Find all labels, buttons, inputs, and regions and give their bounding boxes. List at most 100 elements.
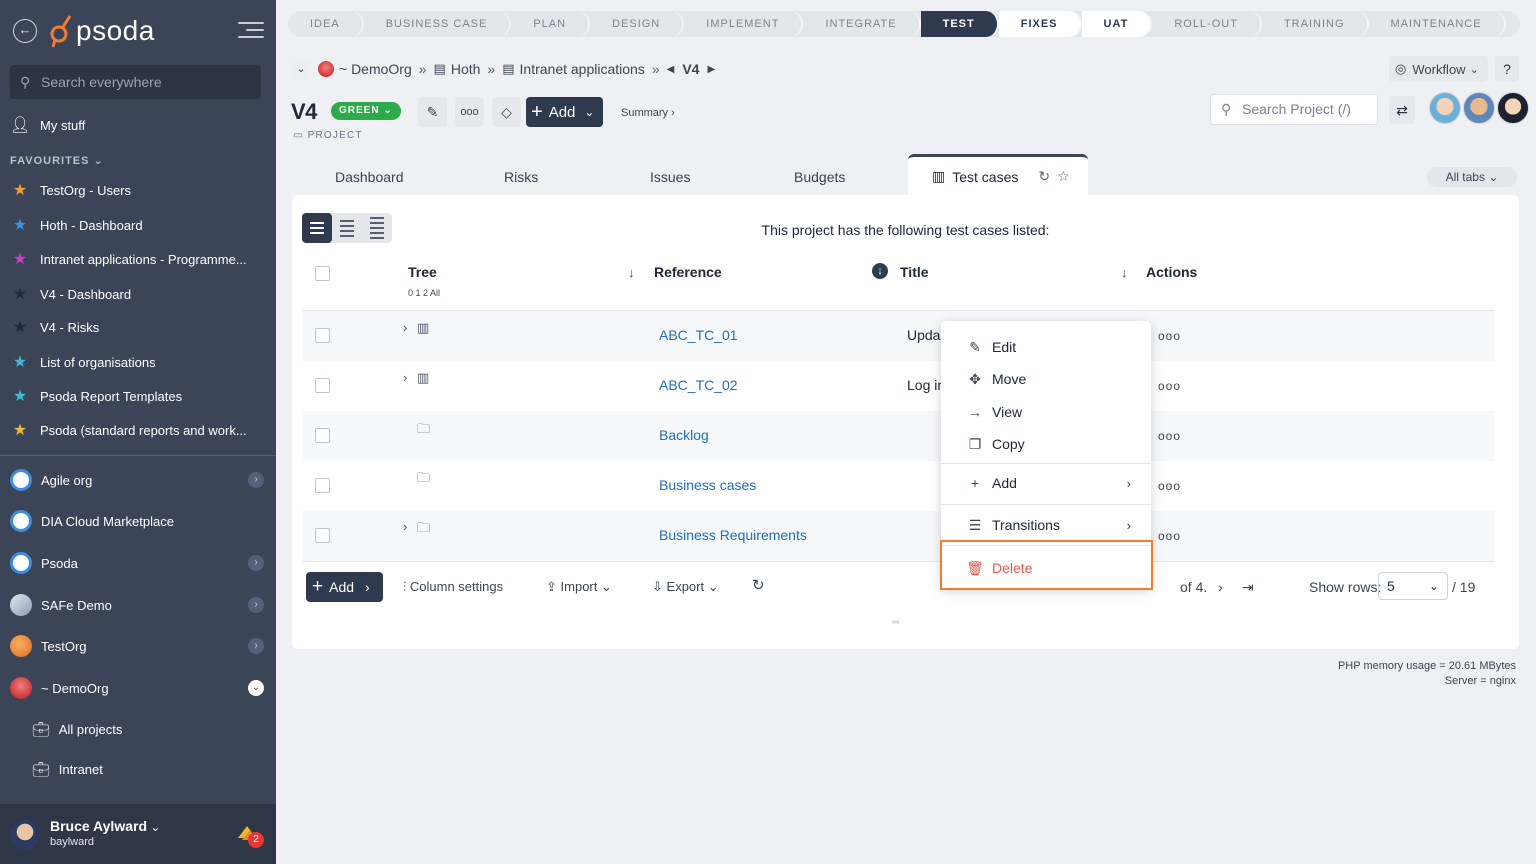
stage-cancelled[interactable]: CANCELLED bbox=[1506, 11, 1520, 37]
chevron-right-icon[interactable]: › bbox=[248, 638, 264, 654]
row-checkbox[interactable] bbox=[315, 328, 330, 343]
search-project-input[interactable]: ⚲ Search Project (/) bbox=[1210, 94, 1378, 125]
favourite-item[interactable]: ★ Hoth - Dashboard bbox=[0, 210, 276, 240]
favourite-item[interactable]: ★ V4 - Dashboard bbox=[0, 279, 276, 309]
tree-level-selector[interactable]: 0 1 2 All bbox=[408, 288, 440, 298]
previous-icon[interactable]: ◀ bbox=[667, 64, 675, 75]
avatar[interactable] bbox=[1497, 92, 1529, 124]
resize-handle-icon[interactable]: ═ bbox=[892, 617, 899, 628]
edit-button[interactable]: ✎ bbox=[418, 97, 447, 127]
menu-item-view[interactable]: → View bbox=[941, 397, 1151, 427]
status-badge[interactable]: GREEN ⌄ bbox=[331, 102, 401, 120]
column-settings-button[interactable]: ⫶ Column settings bbox=[403, 579, 503, 595]
refresh-icon[interactable]: ↻ bbox=[752, 576, 765, 594]
switch-button[interactable]: ⇄ bbox=[1389, 96, 1415, 124]
row-checkbox[interactable] bbox=[315, 428, 330, 443]
column-header-title[interactable]: Title bbox=[900, 264, 929, 280]
tab-test-cases[interactable]: ▥ Test cases ↻ ☆ bbox=[908, 154, 1088, 196]
favourite-item[interactable]: ★ Intranet applications - Programme... bbox=[0, 244, 276, 274]
all-tabs-button[interactable]: All tabs ⌄ bbox=[1427, 167, 1517, 187]
column-header-reference[interactable]: Reference bbox=[654, 264, 722, 280]
show-rows-select[interactable]: 5 ⌄ bbox=[1378, 572, 1448, 600]
row-reference-link[interactable]: Business cases bbox=[659, 477, 756, 493]
workflow-button[interactable]: ◎ Workflow ⌄ bbox=[1389, 56, 1488, 82]
search-everywhere-input[interactable]: ⚲ Search everywhere bbox=[10, 65, 261, 99]
menu-item-move[interactable]: ✥ Move bbox=[941, 364, 1151, 394]
sort-arrow-icon[interactable]: ↓ bbox=[628, 265, 635, 280]
favourites-header[interactable]: FAVOURITES ⌄ bbox=[10, 154, 104, 167]
stage-roll-out[interactable]: ROLL-OUT bbox=[1152, 11, 1262, 37]
column-header-tree[interactable]: Tree bbox=[408, 264, 437, 280]
org-item-agile[interactable]: Agile org › bbox=[0, 462, 276, 498]
expand-chevron-icon[interactable]: › bbox=[403, 320, 407, 335]
favourite-item[interactable]: ★ Psoda Report Templates bbox=[0, 381, 276, 411]
sub-item-intranet[interactable]: 💼︎ Intranet bbox=[32, 754, 103, 784]
row-reference-link[interactable]: ABC_TC_01 bbox=[659, 327, 738, 343]
back-icon[interactable]: ← bbox=[13, 19, 37, 43]
org-item-dia[interactable]: DIA Cloud Marketplace bbox=[0, 503, 276, 539]
row-actions-icon[interactable]: ooo bbox=[1158, 429, 1181, 443]
stage-maintenance[interactable]: MAINTENANCE bbox=[1369, 11, 1506, 37]
row-checkbox[interactable] bbox=[315, 478, 330, 493]
more-button[interactable]: ooo bbox=[455, 97, 484, 127]
stage-integrate[interactable]: INTEGRATE bbox=[803, 11, 921, 37]
avatar[interactable] bbox=[1429, 92, 1461, 124]
tab-issues[interactable]: Issues bbox=[650, 169, 690, 185]
row-reference-link[interactable]: Backlog bbox=[659, 427, 709, 443]
row-actions-icon[interactable]: ooo bbox=[1158, 529, 1181, 543]
org-item-testorg[interactable]: TestOrg › bbox=[0, 628, 276, 664]
stage-design[interactable]: DESIGN bbox=[590, 11, 685, 37]
user-panel[interactable]: Bruce Aylward ⌄ baylward bbox=[0, 804, 276, 864]
menu-item-transitions[interactable]: ☰ Transitions › bbox=[941, 510, 1151, 540]
export-button[interactable]: ⇩ Export ⌄ bbox=[652, 579, 719, 595]
my-stuff-link[interactable]: 👤︎ My stuff bbox=[0, 110, 276, 140]
org-item-psoda[interactable]: Psoda › bbox=[0, 545, 276, 581]
table-row[interactable]: › ▥ ABC_TC_02 Log in ooo bbox=[303, 361, 1495, 411]
select-all-checkbox[interactable] bbox=[315, 266, 330, 281]
row-actions-icon[interactable]: ooo bbox=[1158, 329, 1181, 343]
next-page-icon[interactable]: › bbox=[1218, 579, 1223, 595]
stage-implement[interactable]: IMPLEMENT bbox=[684, 11, 804, 37]
refresh-icon[interactable]: ↻ bbox=[1038, 168, 1050, 185]
tab-risks[interactable]: Risks bbox=[504, 169, 538, 185]
table-row[interactable]: › ▥ ABC_TC_01 Upda ooo bbox=[303, 311, 1495, 361]
chevron-right-icon[interactable]: › bbox=[248, 555, 264, 571]
tab-dashboard[interactable]: Dashboard bbox=[335, 169, 404, 185]
sort-active-icon[interactable]: ↓ bbox=[872, 263, 888, 279]
table-row[interactable]: 🗀︎ Business cases ooo bbox=[303, 461, 1495, 511]
stage-business-case[interactable]: BUSINESS CASE bbox=[364, 11, 512, 37]
menu-item-copy[interactable]: ❐ Copy bbox=[941, 429, 1151, 459]
favourite-item[interactable]: ★ List of organisations bbox=[0, 347, 276, 377]
help-button[interactable]: ? bbox=[1495, 56, 1519, 82]
table-row[interactable]: › 🗀︎ Business Requirements ooo bbox=[303, 511, 1495, 561]
favourite-item[interactable]: ★ V4 - Risks bbox=[0, 312, 276, 342]
row-actions-icon[interactable]: ooo bbox=[1158, 379, 1181, 393]
breadcrumb-org[interactable]: ~ DemoOrg bbox=[339, 61, 412, 77]
summary-link[interactable]: Summary › bbox=[621, 107, 675, 119]
favourite-item[interactable]: ★ TestOrg - Users bbox=[0, 175, 276, 205]
row-reference-link[interactable]: Business Requirements bbox=[659, 527, 807, 543]
chevron-down-icon[interactable]: ⌄ bbox=[292, 60, 310, 78]
org-item-safe[interactable]: SAFe Demo › bbox=[0, 587, 276, 623]
stage-plan[interactable]: PLAN bbox=[511, 11, 591, 37]
tab-budgets[interactable]: Budgets bbox=[794, 169, 845, 185]
row-reference-link[interactable]: ABC_TC_02 bbox=[659, 377, 738, 393]
add-button[interactable]: + Add ⌄ bbox=[526, 97, 603, 127]
row-checkbox[interactable] bbox=[315, 378, 330, 393]
expand-chevron-icon[interactable]: › bbox=[403, 519, 407, 534]
breadcrumb-project-group[interactable]: Intranet applications bbox=[520, 61, 645, 77]
row-actions-icon[interactable]: ooo bbox=[1158, 479, 1181, 493]
table-row[interactable]: 🗀︎ Backlog ooo bbox=[303, 411, 1495, 461]
tag-button[interactable]: ◇ bbox=[492, 97, 521, 127]
stage-test[interactable]: TEST bbox=[920, 11, 999, 37]
stage-uat[interactable]: UAT bbox=[1081, 11, 1153, 37]
chevron-down-icon[interactable]: ⌄ bbox=[248, 680, 264, 696]
favourite-item[interactable]: ★ Psoda (standard reports and work... bbox=[0, 415, 276, 445]
stage-idea[interactable]: IDEA bbox=[288, 11, 364, 37]
stage-fixes[interactable]: FIXES bbox=[998, 11, 1082, 37]
menu-item-add[interactable]: + Add › bbox=[941, 468, 1151, 498]
stage-training[interactable]: TRAINING bbox=[1262, 11, 1369, 37]
import-button[interactable]: ⇪ Import ⌄ bbox=[546, 579, 612, 595]
expand-chevron-icon[interactable]: › bbox=[403, 370, 407, 385]
avatar[interactable] bbox=[1463, 92, 1495, 124]
